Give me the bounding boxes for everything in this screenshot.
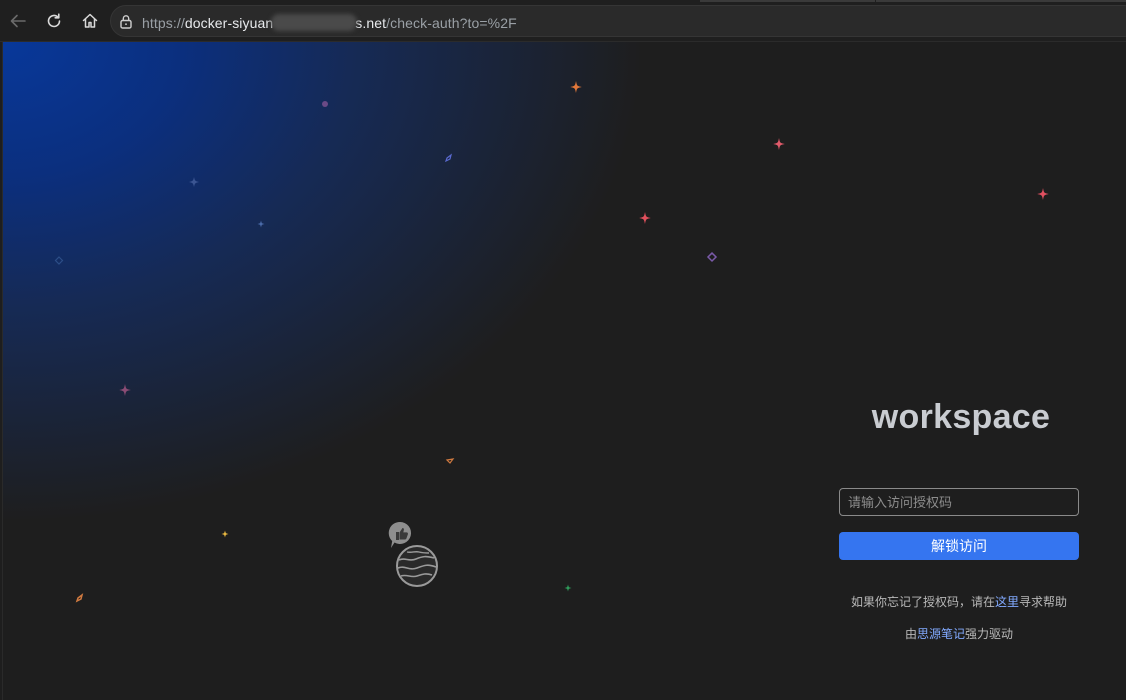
sparkle-icon [119, 384, 131, 396]
sparkle-icon [773, 138, 785, 150]
sparkle-icon [1037, 188, 1049, 200]
sparkle-icon [639, 212, 651, 224]
redacted-host-part [271, 14, 358, 31]
url-host-end: s.net [355, 15, 387, 31]
back-button[interactable] [4, 7, 32, 35]
tab-edge [700, 0, 875, 2]
unlock-button[interactable]: 解锁访问 [839, 532, 1079, 560]
home-icon [82, 13, 98, 28]
url-host-start: docker-siyuan [184, 15, 274, 31]
url-scheme: https:// [142, 15, 185, 31]
lock-icon[interactable] [119, 14, 133, 29]
small-kite-icon [75, 593, 84, 603]
powered-by: 由思源笔记强力驱动 [839, 625, 1079, 642]
siyuan-planet-logo-icon [388, 521, 438, 587]
reload-icon [47, 13, 61, 28]
powered-prefix-text: 由 [904, 627, 917, 641]
help-link[interactable]: 这里 [995, 595, 1019, 609]
address-bar[interactable]: https://docker-siyuan s.net/check-auth?to… [110, 5, 1126, 37]
sparkle-icon [564, 584, 572, 592]
url-text[interactable]: https://docker-siyuan s.net/check-auth?to… [142, 14, 517, 31]
dot-icon [322, 101, 328, 107]
powered-suffix-text: 强力驱动 [965, 627, 1014, 641]
small-kite-icon [444, 153, 452, 163]
forgot-code-hint: 如果你忘记了授权码，请在这里寻求帮助 [839, 593, 1079, 610]
sparkle-icon [221, 530, 229, 538]
planet-icon [396, 545, 438, 587]
sparkle-icon [189, 177, 199, 187]
back-arrow-icon [10, 14, 26, 28]
diamond-outline-icon [54, 256, 64, 265]
home-button[interactable] [76, 7, 104, 35]
browser-toolbar: https://docker-siyuan s.net/check-auth?to… [0, 0, 1126, 42]
auth-page: workspace 解锁访问 如果你忘记了授权码，请在这里寻求帮助 由思源笔记强… [2, 42, 1126, 700]
url-path: /check-auth?to=%2F [386, 15, 517, 31]
tab-edge [876, 0, 1126, 2]
forgot-prefix-text: 如果你忘记了授权码，请在 [850, 595, 995, 609]
workspace-title: workspace [871, 398, 1051, 436]
forgot-suffix-text: 寻求帮助 [1019, 595, 1068, 609]
small-kite-icon [445, 458, 455, 464]
access-code-input[interactable] [839, 488, 1079, 516]
sparkle-icon [257, 220, 265, 228]
siyuan-link[interactable]: 思源笔记 [917, 627, 965, 641]
thumbs-up-icon [388, 521, 412, 548]
sparkle-icon [570, 81, 582, 93]
diamond-outline-icon [706, 251, 718, 263]
reload-button[interactable] [40, 7, 68, 35]
